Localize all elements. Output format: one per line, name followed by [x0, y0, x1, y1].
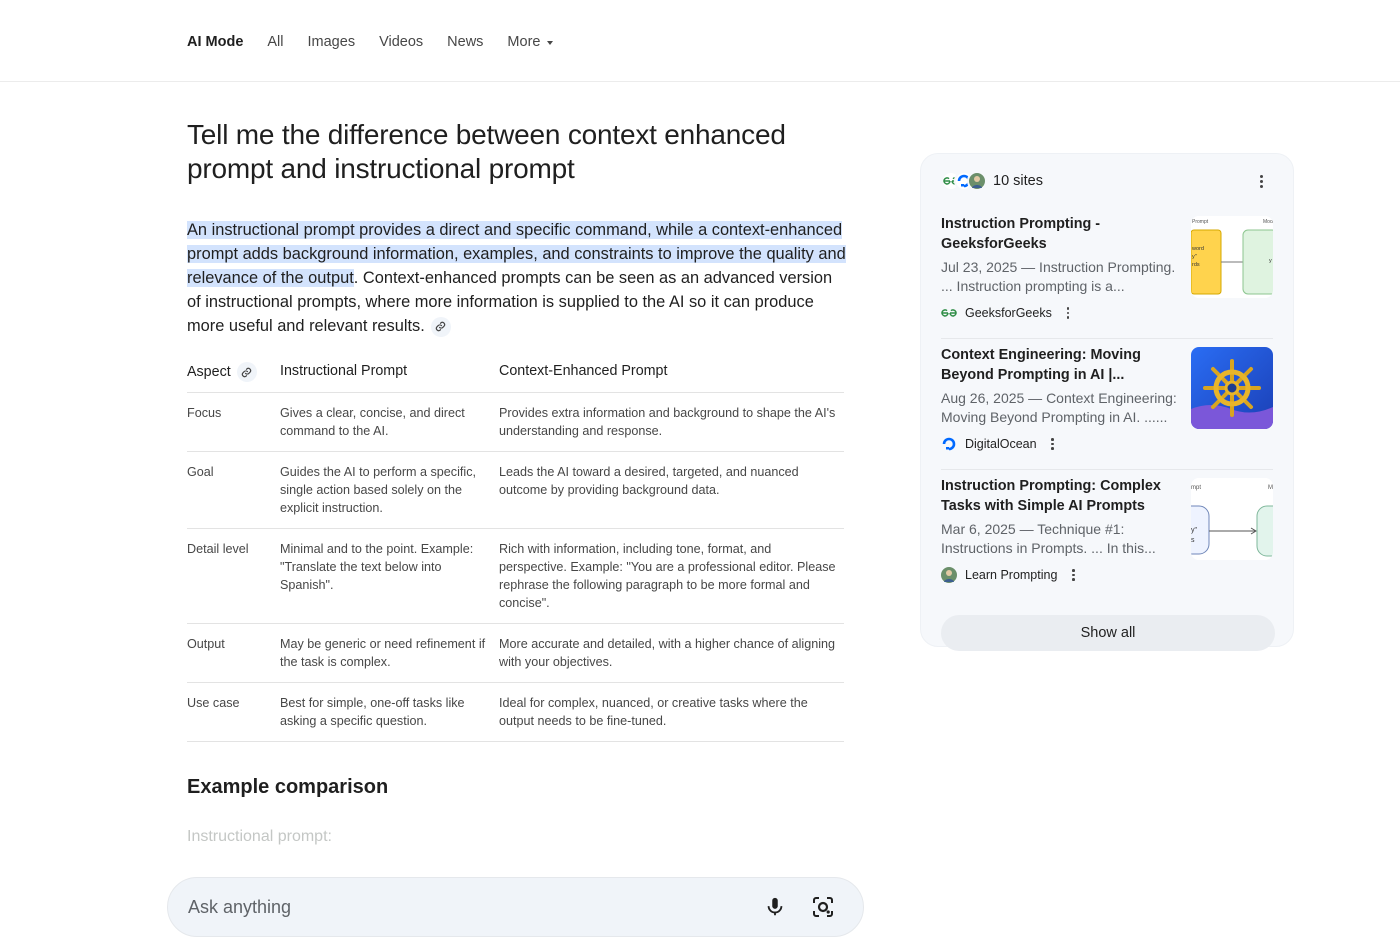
tab-all[interactable]: All [267, 34, 283, 50]
sources-header: 10 sites [941, 154, 1273, 208]
tab-videos[interactable]: Videos [379, 34, 423, 50]
link-icon [242, 367, 252, 377]
table-cell: May be generic or need refinement if the… [280, 623, 499, 683]
thumb-label: M [1268, 485, 1273, 491]
source-footer: DigitalOcean [941, 434, 1181, 454]
table-cell: Minimal and to the point. Example: "Tran… [280, 528, 499, 624]
source-thumbnail[interactable]: Prompt Mod word y" rds y [1191, 216, 1273, 298]
thumb-label: Prompt [1192, 219, 1209, 225]
source-options-icon[interactable] [1065, 565, 1081, 585]
header-aspect: Aspect [187, 362, 280, 393]
answer-paragraph: An instructional prompt provides a direc… [187, 218, 847, 338]
thumb-label: y" [1192, 254, 1197, 260]
source-footer: GeeksforGeeks [941, 303, 1181, 323]
digitalocean-icon [941, 436, 957, 452]
table-cell: Rich with information, including tone, f… [499, 528, 844, 624]
table-header-row: Aspect Instructional Prompt Context-Enha… [187, 362, 844, 393]
instructional-prompt-label: Instructional prompt: [187, 828, 332, 845]
site-favicon-stack[interactable] [941, 171, 987, 191]
source-snippet: Aug 26, 2025 — Context Engineering: Movi… [941, 390, 1177, 425]
microphone-icon [767, 897, 783, 916]
tab-more-label: More [507, 34, 541, 50]
table-cell: Focus [187, 392, 280, 452]
table-row: Output May be generic or need refinement… [187, 623, 844, 683]
source-title: Context Engineering: Moving Beyond Promp… [941, 347, 1141, 383]
lens-search-button[interactable] [803, 887, 843, 927]
sources-panel: 10 sites Instruction Prompting - Geeksfo… [920, 153, 1294, 651]
source-link[interactable]: Context Engineering: Moving Beyond Promp… [941, 343, 1191, 457]
source-link-button[interactable] [430, 316, 451, 337]
source-snippet: Jul 23, 2025 — Instruction Prompting. ..… [941, 259, 1176, 294]
table-cell: Use case [187, 682, 280, 742]
geeksforgeeks-icon [941, 305, 957, 321]
source-thumbnail[interactable] [1191, 347, 1273, 429]
thumb-label: rds [1192, 262, 1200, 268]
table-cell: Goal [187, 451, 280, 529]
ask-bar [167, 877, 864, 937]
source-options-icon[interactable] [1060, 303, 1076, 323]
source-site-name: DigitalOcean [965, 437, 1037, 451]
table-cell: Detail level [187, 528, 280, 624]
table-cell: Output [187, 623, 280, 683]
table-cell: Guides the AI to perform a specific, sin… [280, 451, 499, 529]
tab-more[interactable]: More [507, 34, 554, 50]
comparison-table: Aspect Instructional Prompt Context-Enha… [187, 362, 844, 742]
header-aspect-label: Aspect [187, 363, 231, 380]
show-all-button[interactable]: Show all [941, 615, 1275, 651]
table-cell: Provides extra information and backgroun… [499, 392, 844, 452]
table-row: Goal Guides the AI to perform a specific… [187, 451, 844, 529]
search-tabs: AI Mode All Images Videos News More [187, 34, 577, 50]
thumb-label: word [1191, 246, 1204, 252]
table-row: Use case Best for simple, one-off tasks … [187, 682, 844, 742]
source-card: Instruction Prompting - GeeksforGeeks Ju… [941, 208, 1273, 339]
query-title: Tell me the difference between context e… [187, 119, 786, 184]
tab-ai-mode[interactable]: AI Mode [187, 34, 243, 50]
source-title: Instruction Prompting - GeeksforGeeks [941, 216, 1101, 252]
aspect-link-button[interactable] [236, 362, 257, 382]
source-footer: Learn Prompting [941, 565, 1181, 585]
table-row: Focus Gives a clear, concise, and direct… [187, 392, 844, 452]
learnprompting-icon [941, 567, 957, 583]
source-snippet: Mar 6, 2025 — Technique #1: Instructions… [941, 521, 1156, 556]
source-link[interactable]: Instruction Prompting: Complex Tasks wit… [941, 474, 1191, 589]
sites-count: 10 sites [993, 173, 1043, 189]
learnprompting-icon [967, 171, 987, 191]
voice-search-button[interactable] [755, 887, 795, 927]
table-cell: Leads the AI toward a desired, targeted,… [499, 451, 844, 529]
thumb-label: y" [1191, 527, 1198, 534]
caret-down-icon [547, 40, 554, 45]
source-card: Context Engineering: Moving Beyond Promp… [941, 339, 1273, 470]
source-link[interactable]: Instruction Prompting - GeeksforGeeks Ju… [941, 212, 1191, 326]
thumb-label: Mod [1263, 219, 1273, 225]
thumb-label: mpt [1191, 485, 1201, 491]
table-cell: Ideal for complex, nuanced, or creative … [499, 682, 844, 742]
ask-input[interactable] [188, 896, 747, 918]
top-nav: AI Mode All Images Videos News More [0, 0, 1400, 82]
table-cell: More accurate and detailed, with a highe… [499, 623, 844, 683]
source-options-icon[interactable] [1045, 434, 1061, 454]
header-instructional: Instructional Prompt [280, 362, 499, 393]
source-card: Instruction Prompting: Complex Tasks wit… [941, 470, 1273, 601]
header-context-enhanced: Context-Enhanced Prompt [499, 362, 844, 393]
thumb-label: s [1191, 537, 1195, 544]
example-comparison-heading: Example comparison [187, 776, 389, 798]
more-options-icon[interactable] [1249, 169, 1273, 193]
source-site-name: Learn Prompting [965, 568, 1058, 582]
thumb-label: y [1269, 258, 1272, 264]
tab-images[interactable]: Images [308, 34, 356, 50]
table-cell: Best for simple, one-off tasks like aski… [280, 682, 499, 742]
link-icon [436, 321, 446, 332]
source-site-name: GeeksforGeeks [965, 306, 1052, 320]
answer-column: Tell me the difference between context e… [187, 118, 847, 846]
source-title: Instruction Prompting: Complex Tasks wit… [941, 478, 1161, 514]
source-thumbnail[interactable]: mpt M y" s [1191, 478, 1273, 560]
table-cell: Gives a clear, concise, and direct comma… [280, 392, 499, 452]
table-row: Detail level Minimal and to the point. E… [187, 528, 844, 624]
tab-news[interactable]: News [447, 34, 483, 50]
camera-lens-icon [813, 897, 833, 917]
